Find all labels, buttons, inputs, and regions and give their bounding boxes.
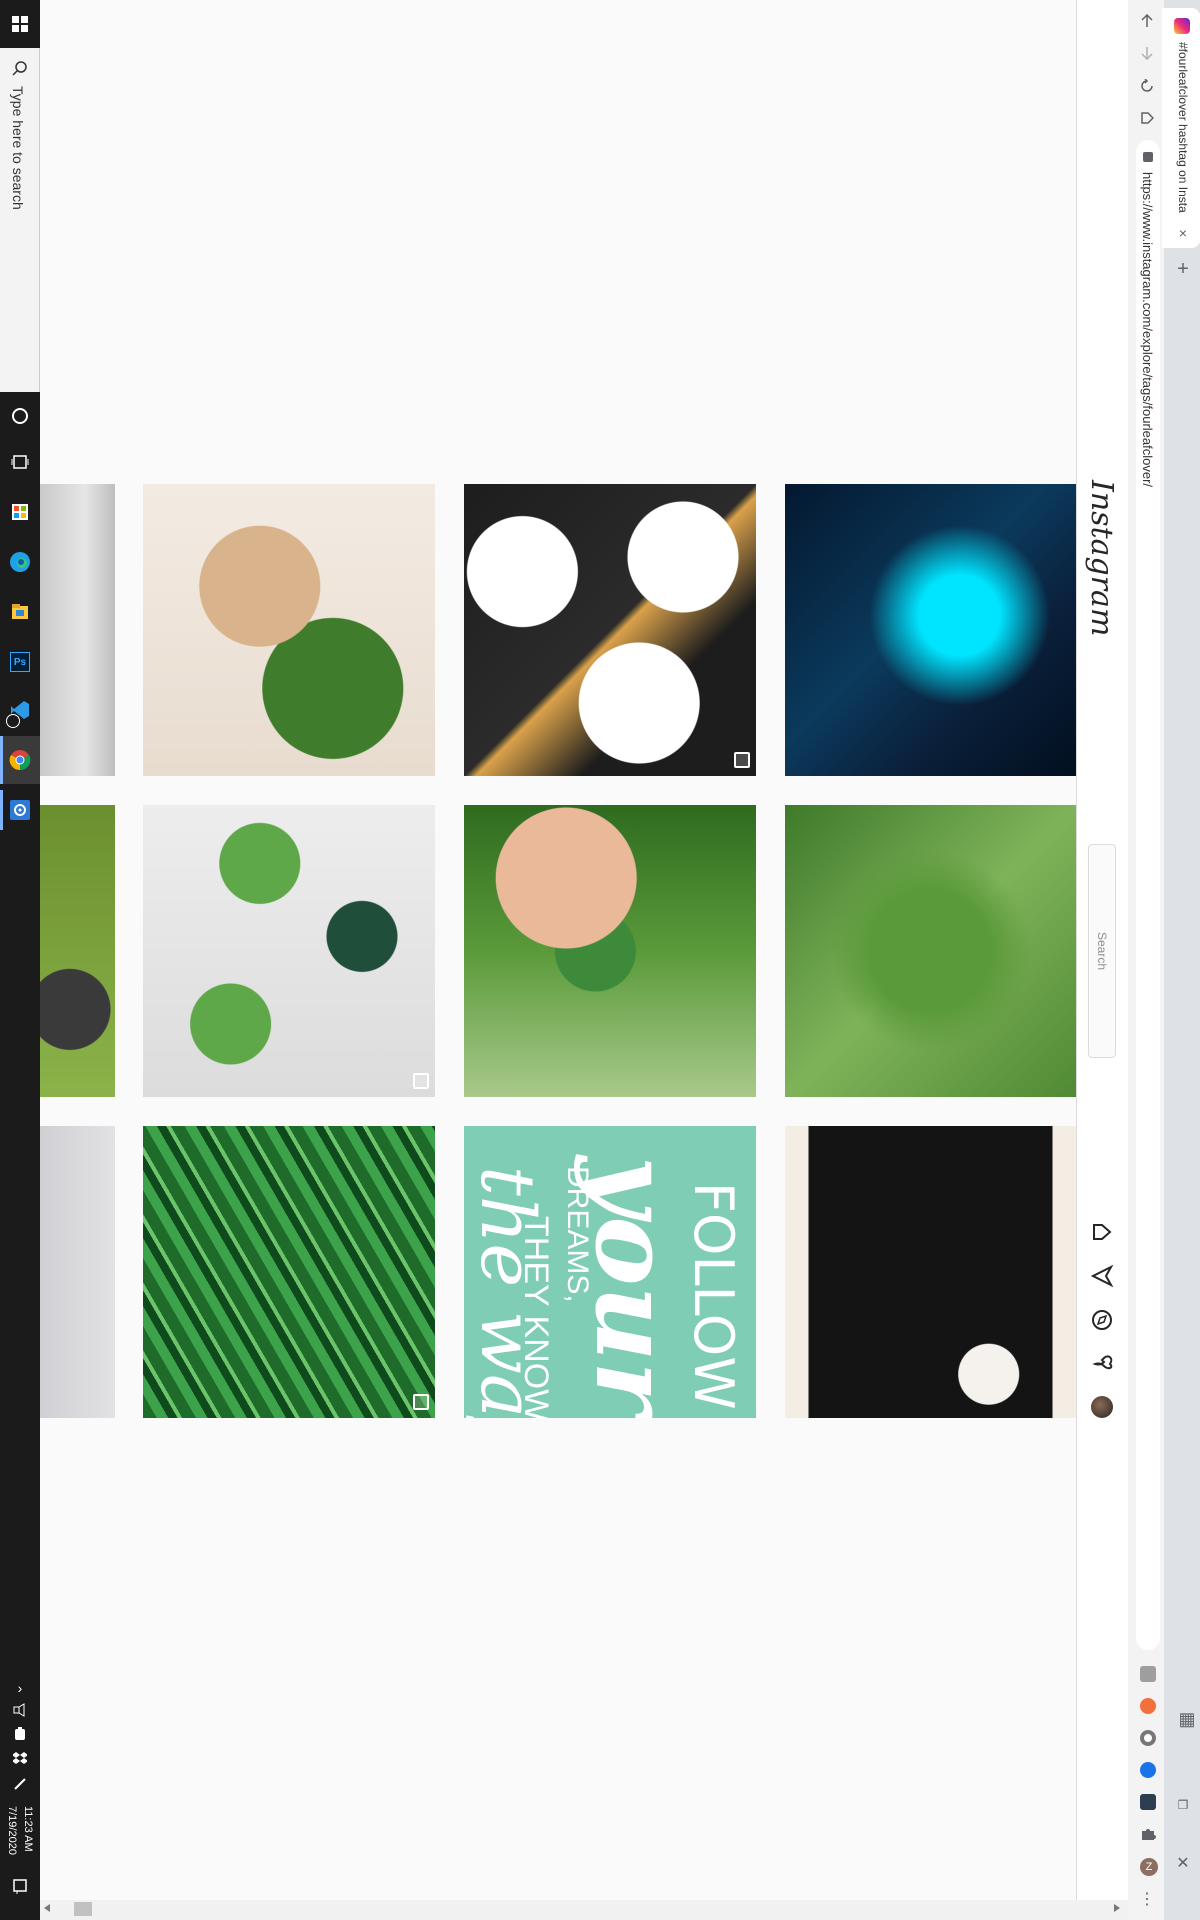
open-indicator <box>0 790 3 830</box>
post-partial-dog-grass[interactable] <box>40 805 115 1097</box>
profile-avatar[interactable] <box>1091 1396 1113 1418</box>
clock-date[interactable]: 7/19/2020 <box>6 1806 18 1855</box>
scroll-right-arrow[interactable] <box>1114 1904 1120 1912</box>
browser-tabstrip <box>1164 0 1200 1920</box>
blue-extension-icon[interactable] <box>1140 1762 1156 1778</box>
scrollbar-thumb[interactable] <box>74 1902 92 1916</box>
home-icon[interactable] <box>1090 1220 1114 1244</box>
notification-badge <box>6 714 20 728</box>
battery-icon[interactable] <box>8 1722 32 1746</box>
post-clover-patch[interactable] <box>785 805 1076 1097</box>
search-icon <box>12 60 28 76</box>
tab-close-button[interactable]: × <box>1172 222 1194 244</box>
dark-extension-icon[interactable] <box>1140 1794 1156 1810</box>
activity-heart-icon[interactable] <box>1090 1352 1114 1376</box>
puzzle-extension-icon[interactable] <box>1140 1826 1156 1842</box>
post-hand-picking-clover[interactable] <box>464 805 756 1097</box>
post-partial-grey[interactable] <box>40 1126 115 1418</box>
home-icon[interactable] <box>1136 107 1158 129</box>
clock-time[interactable]: 11:23 AM <box>22 1806 34 1852</box>
photoshop-icon[interactable]: Ps <box>8 650 32 674</box>
back-icon[interactable] <box>1136 10 1158 32</box>
windows-start-icon[interactable] <box>8 12 32 36</box>
chrome-menu-button[interactable]: ⋮ <box>1136 1888 1158 1910</box>
multi-photo-icon <box>413 1394 429 1410</box>
cortana-icon[interactable] <box>8 404 32 428</box>
direct-icon[interactable] <box>1090 1264 1114 1288</box>
profile-avatar[interactable]: Z <box>1140 1858 1158 1876</box>
forward-icon[interactable] <box>1136 42 1158 64</box>
store-icon[interactable] <box>8 500 32 524</box>
horizontal-scrollbar[interactable] <box>40 1900 1128 1920</box>
chrome-icon[interactable] <box>8 748 32 772</box>
window-minimize-button-visible[interactable] <box>1172 1792 1194 1814</box>
post-anime-art[interactable] <box>785 484 1076 776</box>
file-explorer-icon[interactable] <box>8 600 32 624</box>
settings-icon[interactable] <box>8 798 32 822</box>
browser-tab-title: #fourleafclover hashtag on Insta <box>1176 42 1190 213</box>
post-clover-pattern[interactable] <box>143 1126 435 1418</box>
speaker-icon[interactable] <box>8 1698 32 1722</box>
edge-icon[interactable] <box>8 550 32 574</box>
dropbox-icon[interactable] <box>8 1746 32 1770</box>
orange-extension-icon[interactable] <box>1140 1698 1156 1714</box>
instagram-favicon <box>1174 18 1190 34</box>
multi-photo-icon <box>734 752 750 768</box>
address-bar-url[interactable]: https://www.instagram.com/explore/tags/f… <box>1140 172 1155 487</box>
post-owl-figurine-clover[interactable] <box>143 484 435 776</box>
post-black-dress[interactable] <box>785 1126 1076 1418</box>
post-embroidered-cards[interactable] <box>464 484 756 776</box>
chevron-up-icon[interactable]: › <box>8 1676 32 1700</box>
instagram-search-placeholder: Search <box>1095 931 1109 971</box>
profile-initial: Z <box>1145 1861 1153 1873</box>
active-indicator <box>0 736 3 784</box>
action-center-icon[interactable] <box>8 1874 32 1898</box>
task-view-icon[interactable] <box>8 450 32 474</box>
scroll-left-arrow[interactable] <box>44 1904 50 1912</box>
post-quote-card[interactable] <box>464 1126 756 1418</box>
explore-icon[interactable] <box>1090 1308 1114 1332</box>
instagram-logo[interactable]: Instagram <box>1084 480 1119 636</box>
lock-icon <box>1143 152 1153 162</box>
taskbar-search-placeholder: Type here to search <box>10 86 26 210</box>
window-close-button[interactable]: ✕ <box>1172 1852 1194 1874</box>
window-layout-button[interactable]: ▦ <box>1176 1708 1198 1730</box>
multi-photo-icon <box>413 1073 429 1089</box>
post-partial-husky[interactable] <box>40 484 115 776</box>
photoshop-label: Ps <box>10 652 30 672</box>
new-tab-button[interactable]: + <box>1172 258 1194 280</box>
instagram-search-input[interactable]: Search <box>1088 844 1116 1058</box>
grammarly-extension-icon[interactable] <box>1140 1666 1156 1682</box>
pen-icon[interactable] <box>8 1772 32 1796</box>
post-crochet-turtles[interactable] <box>143 805 435 1097</box>
grey-extension-icon[interactable] <box>1140 1730 1156 1746</box>
reload-icon[interactable] <box>1136 75 1158 97</box>
